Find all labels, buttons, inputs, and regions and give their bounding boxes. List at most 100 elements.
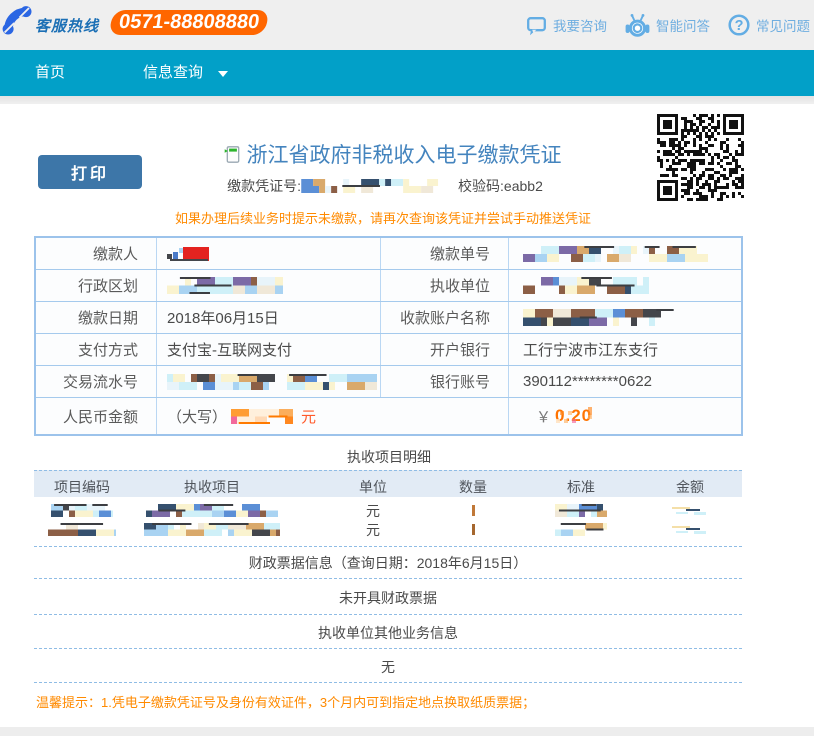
top-bar: 客服热线 0571-88808880 我要咨询	[0, 0, 814, 50]
items-header: 项目编码 执收项目 单位 数量 标准 金额	[34, 470, 742, 497]
title-row: 浙江省政府非税收入电子缴款凭证	[225, 139, 562, 169]
table-row: 交易流水号 银行账号 390112********0622	[36, 366, 741, 398]
redacted-mosaic	[167, 245, 215, 262]
unit-label: 执收单位	[381, 270, 509, 301]
bank-label: 开户银行	[381, 334, 509, 365]
item-cell-unit: 元	[294, 501, 452, 520]
certificate-table: 缴款人 缴款单号 行政区划 执收单位 缴款日期 2018年06月15日 收款账户…	[34, 236, 743, 436]
redacted-mosaic	[672, 506, 708, 515]
account-name-value	[509, 302, 741, 333]
account-name-label: 收款账户名称	[381, 302, 509, 333]
nav-bar: 首页 信息查询	[0, 50, 814, 96]
redacted-mosaic	[472, 524, 475, 535]
certificate-icon	[225, 146, 240, 163]
col-code: 项目编码	[34, 477, 130, 497]
consult-link[interactable]: 我要咨询	[526, 15, 607, 36]
amount-daxie-prefix: （大写）	[167, 406, 227, 427]
check-code-value: eabb2	[504, 178, 543, 194]
bill-no-value	[509, 238, 741, 269]
col-item: 执收项目	[130, 477, 294, 497]
items-row: 元	[34, 501, 742, 520]
qr-code	[657, 114, 744, 201]
redacted-mosaic	[167, 277, 283, 294]
print-button[interactable]: 打印	[38, 155, 142, 189]
amount-daxie-value: （大写） 元	[157, 398, 509, 434]
svg-text:?: ?	[735, 18, 744, 34]
tip-text: 温馨提示：1.凭电子缴款凭证号及身份有效证件，3个月内可到指定地点换取纸质票据；	[36, 692, 535, 711]
item-cell-amt	[668, 520, 742, 539]
smart-qa-link[interactable]: 智能问答	[625, 13, 710, 38]
item-unit-value: 元	[366, 501, 380, 521]
other-biz-info: 执收单位其他业务信息	[34, 615, 742, 649]
redacted-mosaic	[523, 277, 649, 294]
redacted-mosaic	[523, 246, 708, 262]
bill-no-label: 缴款单号	[381, 238, 509, 269]
yuan-suffix: 元	[301, 406, 316, 427]
amount-label: 人民币金额	[36, 398, 157, 434]
hotline-number: 0571-88808880	[117, 11, 260, 34]
voucher-no-row: 缴款凭证号: 校验码:eabb2	[227, 176, 543, 196]
robot-icon	[625, 13, 650, 38]
amount-value-number: 0.20	[555, 406, 592, 426]
col-unit: 单位	[294, 477, 452, 497]
table-row: 缴款日期 2018年06月15日 收款账户名称	[36, 302, 741, 334]
serial-value	[157, 366, 381, 397]
redacted-mosaic	[472, 505, 475, 516]
redacted-mosaic	[144, 523, 280, 536]
date-label: 缴款日期	[36, 302, 157, 333]
table-row: 缴款人 缴款单号	[36, 238, 741, 270]
items-body: 元 元	[34, 497, 742, 547]
item-cell-code	[34, 501, 130, 520]
voucher-no-label: 缴款凭证号:	[227, 176, 301, 196]
bank-value: 工行宁波市江东支行	[509, 334, 741, 365]
chevron-down-icon	[218, 71, 228, 77]
certificate-panel: 打印 浙江省政府非税收入电子缴款凭证 缴款凭证号: 校验码:eabb2 如果办理…	[0, 104, 814, 727]
check-code: 校验码:eabb2	[458, 176, 543, 196]
voucher-no-redacted	[301, 179, 438, 193]
faq-link[interactable]: ? 常见问题	[728, 14, 810, 36]
nav-home[interactable]: 首页	[35, 50, 65, 96]
unit-value	[509, 270, 741, 301]
redacted-mosaic	[231, 409, 293, 424]
fiscal-bill-info: 财政票据信息（查询日期：2018年6月15日）	[34, 546, 742, 579]
phone-icon	[1, 4, 33, 38]
item-cell-qty	[452, 520, 494, 539]
serial-label: 交易流水号	[36, 366, 157, 397]
item-cell-unit: 元	[294, 520, 452, 539]
no-bill-info: 未开具财政票据	[34, 579, 742, 615]
table-row: 行政区划 执收单位	[36, 270, 741, 302]
col-qty: 数量	[452, 477, 494, 497]
check-code-label: 校验码:	[458, 178, 504, 194]
bank-account-label: 银行账号	[381, 366, 509, 397]
item-cell-code	[34, 520, 130, 539]
none-info: 无	[34, 649, 742, 683]
payer-value	[157, 238, 381, 269]
region-label: 行政区划	[36, 270, 157, 301]
hotline: 客服热线	[1, 2, 99, 48]
page-title: 浙江省政府非税收入电子缴款凭证	[247, 139, 562, 169]
warning-text: 如果办理后续业务时提示未缴款，请再次查询该凭证并尝试手动推送凭证	[175, 208, 591, 227]
divider-strip	[0, 96, 814, 104]
currency-symbol: ￥	[536, 406, 551, 427]
chat-bubble-icon	[526, 15, 547, 36]
col-amt: 金额	[668, 477, 742, 497]
item-cell-std	[494, 501, 668, 520]
redacted-mosaic	[167, 374, 377, 390]
pay-method-label: 支付方式	[36, 334, 157, 365]
item-cell-qty	[452, 501, 494, 520]
item-unit-value: 元	[366, 520, 380, 540]
item-cell-name	[130, 501, 294, 520]
footer-strip	[0, 727, 814, 736]
table-row: 支付方式 支付宝-互联网支付 开户银行 工行宁波市江东支行	[36, 334, 741, 366]
col-std: 标准	[494, 477, 668, 497]
items-row: 元	[34, 520, 742, 539]
redacted-mosaic	[51, 504, 113, 517]
redacted-mosaic	[523, 309, 685, 326]
redacted-mosaic	[555, 523, 607, 536]
region-value	[157, 270, 381, 301]
nav-info-query[interactable]: 信息查询	[143, 50, 203, 96]
date-value: 2018年06月15日	[157, 302, 381, 333]
redacted-mosaic	[146, 504, 278, 517]
smart-qa-label: 智能问答	[656, 15, 710, 35]
consult-label: 我要咨询	[553, 15, 607, 35]
